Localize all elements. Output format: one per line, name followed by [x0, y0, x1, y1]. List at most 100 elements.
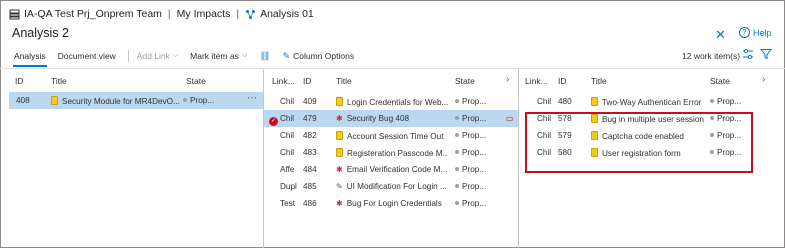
- analysis-icon: [246, 9, 256, 19]
- column-header-state[interactable]: State: [455, 76, 475, 86]
- row-title[interactable]: Security Module for MR4DevO...: [51, 96, 189, 106]
- row-link-type: Test: [280, 199, 296, 208]
- row-id: 479: [303, 114, 317, 123]
- row-link-type: Dupl: [280, 182, 297, 191]
- row-state: Prop...: [455, 165, 486, 174]
- row-state: Prop...: [183, 96, 214, 105]
- breadcrumb-separator: |: [167, 8, 171, 20]
- toolbar-divider: [127, 50, 129, 62]
- work-item-count: 12 work item(s): [682, 51, 741, 61]
- checkmark-icon: ✓: [269, 117, 278, 126]
- toolbar: Analysis Document view Add Link ⌵ Mark i…: [13, 48, 366, 67]
- settings-sliders-icon[interactable]: [742, 48, 754, 60]
- column-header-link[interactable]: Link...: [272, 76, 295, 86]
- table-row[interactable]: Affe 484 ✱ Email Verification Code M... P…: [264, 161, 518, 178]
- row-state: Prop...: [455, 131, 486, 140]
- row-title[interactable]: ✱ Bug For Login Credentials: [336, 199, 448, 208]
- help-label: Help: [753, 27, 772, 38]
- table-row[interactable]: ✓ Chil 479 ✱ Security Bug 408 Prop... ▭: [264, 110, 518, 127]
- add-link-button[interactable]: Add Link ⌵: [137, 51, 178, 61]
- state-dot-icon: [455, 184, 459, 188]
- add-link-label: Add Link: [136, 51, 170, 61]
- row-link-type: Chil: [537, 97, 552, 106]
- table-row[interactable]: Chil 483 Registeration Passcode M... Pro…: [264, 144, 518, 161]
- row-state-text: Prop...: [462, 165, 487, 174]
- chevron-down-icon: ⌵: [172, 52, 179, 59]
- comment-icon[interactable]: ▭: [506, 114, 514, 123]
- state-dot-icon: [455, 201, 459, 205]
- user-story-icon: [336, 131, 343, 140]
- panel-root-items: ID Title State 408 Security Module for M…: [0, 69, 264, 248]
- row-link-type-text: Chil: [280, 114, 295, 123]
- breadcrumb-separator: |: [236, 8, 240, 20]
- state-dot-icon: [183, 98, 187, 102]
- row-title[interactable]: Two-Way Authentican Error: [591, 97, 705, 107]
- column-header-title[interactable]: Title: [591, 76, 607, 86]
- mark-item-as-button[interactable]: Mark item as ⌵: [190, 51, 247, 61]
- breadcrumb-queries[interactable]: My Impacts: [177, 8, 231, 20]
- panel-linked-items: Link... ID Title State › Chil 409 Login …: [264, 69, 519, 248]
- link-action-button[interactable]: ⛓: [259, 51, 270, 62]
- row-title-text: Registeration Passcode M...: [347, 149, 448, 158]
- row-id: 408: [16, 96, 30, 105]
- column-header-id[interactable]: ID: [15, 76, 24, 86]
- column-options-button[interactable]: ✎ Column Options: [283, 51, 355, 62]
- tab-analysis[interactable]: Analysis: [13, 51, 47, 67]
- row-title[interactable]: Account Session Time Out: [336, 131, 448, 141]
- column-header-title[interactable]: Title: [336, 76, 352, 86]
- row-title-text: Email Verification Code M...: [346, 165, 448, 174]
- row-state-text: Prop...: [190, 96, 215, 105]
- column-header-state[interactable]: State: [186, 76, 206, 86]
- row-title[interactable]: ✎ UI Modification For Login ...: [336, 182, 448, 191]
- state-dot-icon: [455, 133, 459, 137]
- filter-icon[interactable]: [760, 48, 772, 60]
- table-row[interactable]: Test 486 ✱ Bug For Login Credentials Prop…: [264, 195, 518, 212]
- link-icon: ⛓: [259, 50, 271, 61]
- row-id: 482: [303, 131, 317, 140]
- row-title-text: UI Modification For Login ...: [346, 182, 447, 191]
- column-header-state[interactable]: State: [710, 76, 730, 86]
- state-dot-icon: [455, 150, 459, 154]
- state-dot-icon: [455, 167, 459, 171]
- user-story-icon: [591, 97, 598, 106]
- breadcrumb-project[interactable]: IA-QA Test Prj_Onprem Team: [24, 8, 162, 20]
- help-icon: ?: [739, 27, 750, 38]
- table-row[interactable]: 408 Security Module for MR4DevO... Prop.…: [9, 92, 263, 109]
- help-button[interactable]: ? Help: [739, 27, 772, 38]
- row-link-type: Chil: [280, 131, 295, 140]
- table-row[interactable]: Chil 482 Account Session Time Out Prop..…: [264, 127, 518, 144]
- column-header-id[interactable]: ID: [303, 76, 312, 86]
- row-state-text: Prop...: [462, 148, 487, 157]
- team-icon: [9, 9, 20, 19]
- breadcrumb-current[interactable]: Analysis 01: [260, 8, 314, 20]
- column-header-link[interactable]: Link...: [525, 76, 548, 86]
- row-title[interactable]: Registeration Passcode M...: [336, 148, 448, 158]
- bug-icon: ✱: [336, 165, 343, 174]
- row-id: 484: [303, 165, 317, 174]
- row-title-text: Security Bug 408: [346, 114, 410, 123]
- chevron-right-icon[interactable]: ›: [762, 74, 765, 85]
- column-header-id[interactable]: ID: [558, 76, 567, 86]
- row-title[interactable]: Login Credentials for Web...: [336, 97, 448, 107]
- row-state-text: Prop...: [462, 182, 487, 191]
- row-title[interactable]: ✱ Security Bug 408: [336, 114, 448, 123]
- user-story-icon: [336, 148, 343, 157]
- row-link-type: Affe: [280, 165, 295, 174]
- row-id: 409: [303, 97, 317, 106]
- panel-header: Link... ID Title State ›: [264, 69, 518, 91]
- row-id: 486: [303, 199, 317, 208]
- tab-document-view[interactable]: Document view: [58, 51, 116, 61]
- table-row[interactable]: Chil 409 Login Credentials for Web... Pr…: [264, 93, 518, 110]
- table-row[interactable]: Chil 480 Two-Way Authentican Error Prop.…: [519, 93, 785, 110]
- row-title[interactable]: ✱ Email Verification Code M...: [336, 165, 448, 174]
- chevron-down-icon: ⌵: [241, 52, 248, 59]
- chevron-right-icon[interactable]: ›: [506, 74, 509, 85]
- mark-item-as-label: Mark item as: [190, 51, 239, 61]
- panel-header: Link... ID Title State ›: [519, 69, 785, 91]
- close-icon[interactable]: ✕: [715, 27, 726, 43]
- row-title-text: Login Credentials for Web...: [347, 98, 448, 107]
- user-story-icon: [51, 96, 58, 105]
- table-row[interactable]: Dupl 485 ✎ UI Modification For Login ... …: [264, 178, 518, 195]
- more-options-icon[interactable]: ⋯: [247, 93, 257, 104]
- column-header-title[interactable]: Title: [51, 76, 67, 86]
